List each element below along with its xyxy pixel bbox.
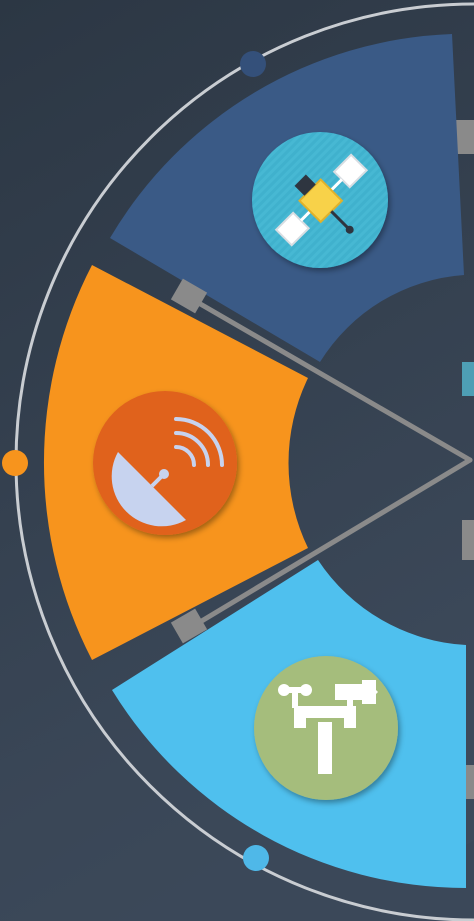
weather-station-icon[interactable]	[254, 656, 398, 800]
radial-menu	[0, 0, 474, 921]
edge-connector-top	[456, 120, 474, 154]
ring-dot-bottom[interactable]	[243, 845, 269, 871]
satellite-dish-icon[interactable]	[93, 391, 237, 535]
ring-dot-middle[interactable]	[2, 450, 28, 476]
edge-connector-mid-top	[462, 362, 474, 396]
edge-connector-mid-bottom	[462, 520, 474, 560]
ring-dot-top[interactable]	[240, 51, 266, 77]
